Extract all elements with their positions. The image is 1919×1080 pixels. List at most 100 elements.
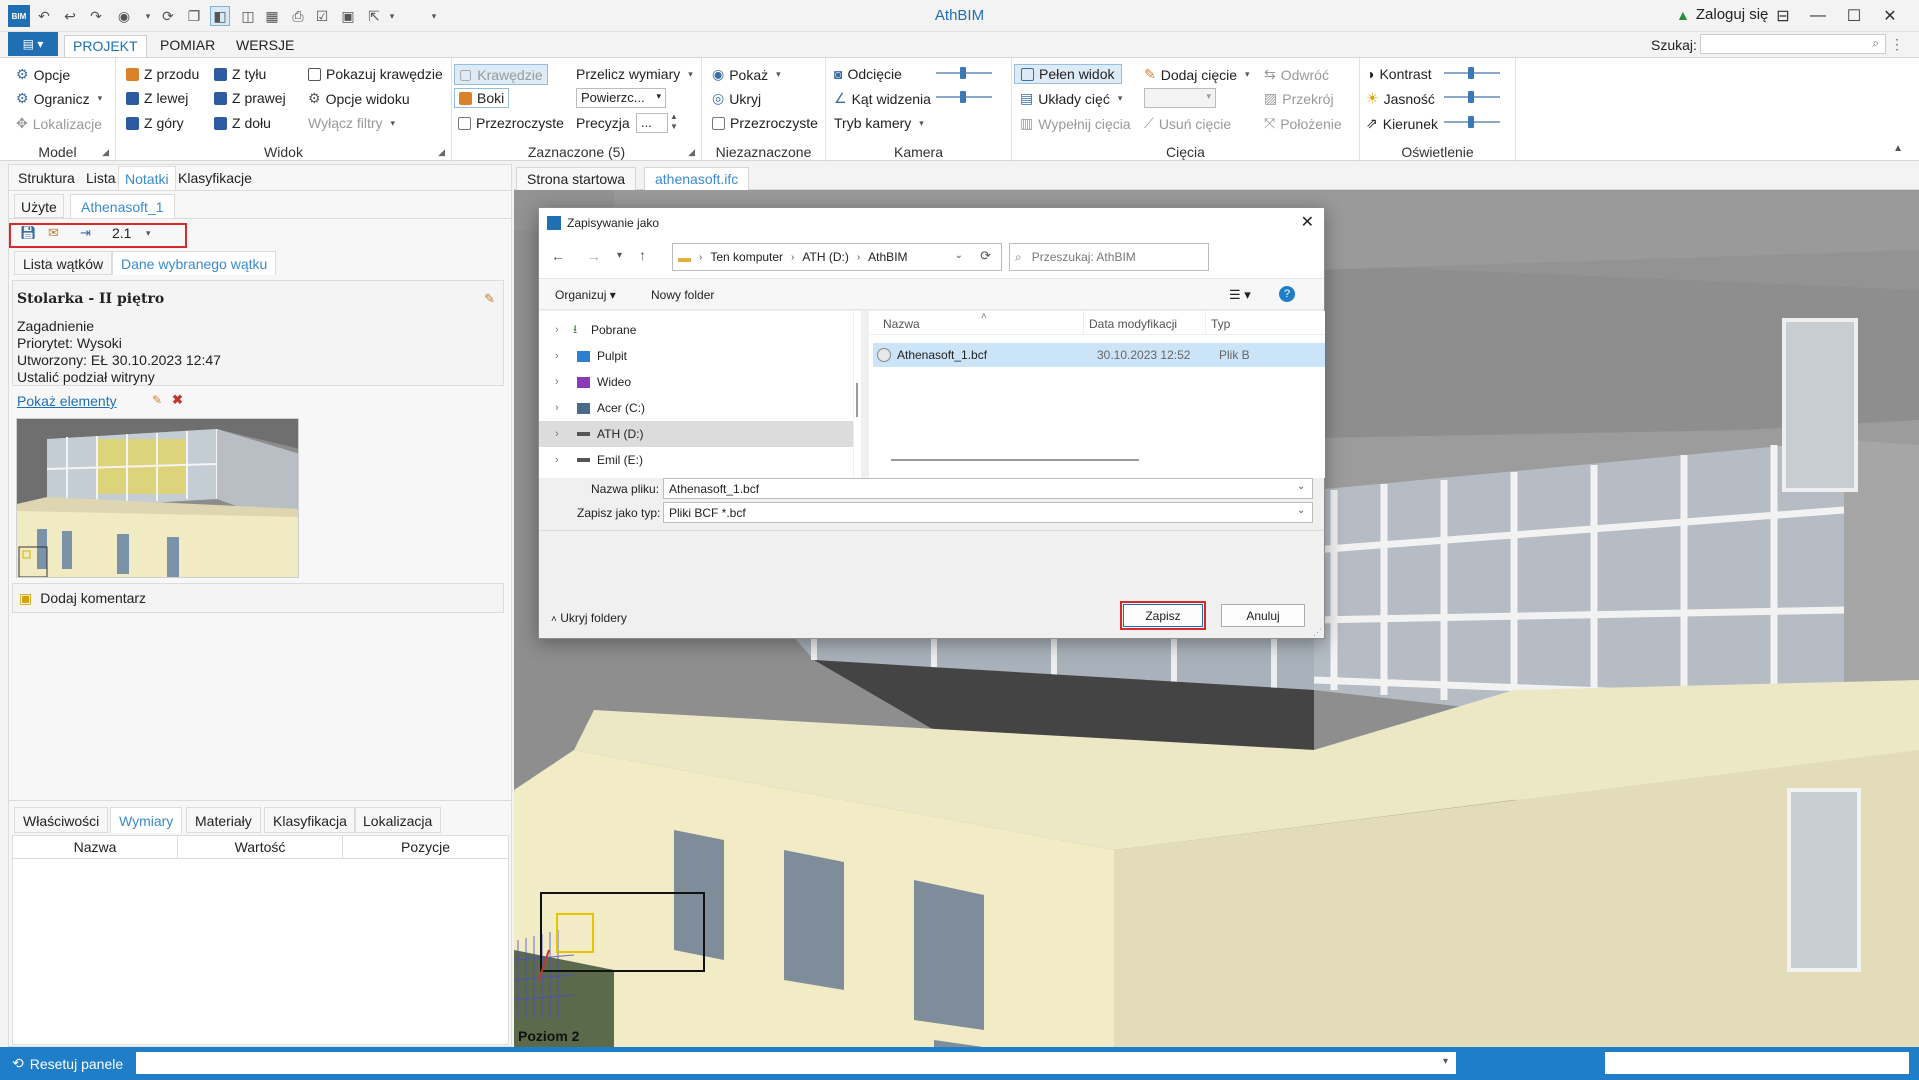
tab-wymiary[interactable]: Wymiary xyxy=(110,807,183,833)
file-row[interactable]: Athenasoft_1.bcf 30.10.2023 12:52 Plik B xyxy=(873,343,1325,367)
dialog-close-icon[interactable]: ✕ xyxy=(1301,212,1314,232)
view-mode-icon[interactable]: ☰ ▾ xyxy=(1229,287,1251,303)
show-edges-button[interactable]: Pokazuj krawędzie xyxy=(308,66,443,82)
view-right-button[interactable]: Z prawej xyxy=(214,90,286,106)
col-header-pozycje[interactable]: Pozycje xyxy=(343,836,508,859)
dialog-search-input[interactable]: ⌕ Przeszukaj: AthBIM xyxy=(1009,243,1209,271)
add-comment-button[interactable]: ▣ Dodaj komentarz xyxy=(12,583,504,613)
stepper-arrows-icon[interactable]: ▲ ▼ xyxy=(670,112,678,132)
viewpoint-thumbnail[interactable] xyxy=(16,418,299,578)
cut-select[interactable]: ▾ xyxy=(1144,88,1216,108)
tree-item-pulpit[interactable]: › Pulpit xyxy=(539,343,853,369)
resize-grip-icon[interactable]: ⋰ xyxy=(1313,627,1322,638)
precyzja-stepper[interactable]: ... xyxy=(636,113,668,133)
odwroc-button[interactable]: ⇆ Odwróć xyxy=(1264,66,1329,83)
tab-lista-watkow[interactable]: Lista wątków xyxy=(14,251,113,275)
address-bar[interactable]: ▬ › Ten komputer › ATH (D:) › AthBIM ⌄ ⟳ xyxy=(672,243,1002,271)
tab-lista[interactable]: Lista xyxy=(80,166,122,190)
tree-item-pobrane[interactable]: › ⭳ Pobrane xyxy=(539,317,853,343)
close-button[interactable]: ✕ xyxy=(1876,4,1904,28)
tab-athenasoft-ifc[interactable]: athenasoft.ifc xyxy=(644,167,750,190)
col-name[interactable]: Nazwa xyxy=(883,317,920,331)
odciecie-slider[interactable] xyxy=(936,67,992,79)
wypelnij-ciecia-button[interactable]: ▥ Wypełnij cięcia xyxy=(1020,115,1131,132)
delete-icon[interactable]: ✖ xyxy=(172,392,183,408)
organize-button[interactable]: Organizuj ▾ xyxy=(555,288,616,302)
kontrast-slider[interactable] xyxy=(1444,67,1500,79)
chevron-down-icon[interactable]: ▾ xyxy=(1443,1056,1448,1067)
group-expand-icon[interactable]: ◢ xyxy=(438,147,445,158)
minimize-button[interactable]: — xyxy=(1804,4,1832,28)
search-options-icon[interactable]: ⋮ xyxy=(1890,36,1904,53)
usun-ciecie-button[interactable]: ⟋ Usuń cięcie xyxy=(1144,115,1231,132)
address-dropdown-icon[interactable]: ⌄ xyxy=(955,250,963,261)
ribbon-toggle-icon[interactable]: ⊟ xyxy=(1769,4,1797,28)
cancel-button[interactable]: Anuluj xyxy=(1221,604,1305,627)
view-front-button[interactable]: Z przodu xyxy=(126,66,199,82)
recent-dropdown-icon[interactable]: ▾ xyxy=(617,250,622,261)
collapse-ribbon-icon[interactable]: ▲ xyxy=(1893,143,1903,154)
tree-item-acer[interactable]: › Acer (C:) xyxy=(539,395,853,421)
login-link[interactable]: ▲ Zaloguj się xyxy=(1676,6,1768,23)
col-type[interactable]: Typ xyxy=(1211,317,1230,331)
lokalizacje-button[interactable]: ✥ Lokalizacje xyxy=(16,115,102,132)
new-folder-button[interactable]: Nowy folder xyxy=(651,288,714,302)
group-expand-icon[interactable]: ◢ xyxy=(688,147,695,158)
view-top-button[interactable]: Z góry xyxy=(126,115,184,131)
filename-input[interactable]: Athenasoft_1.bcf xyxy=(663,478,1313,499)
disable-filters-button[interactable]: Wyłącz filtry ▾ xyxy=(308,115,395,131)
tab-pomiar[interactable]: POMIAR xyxy=(152,35,223,57)
tab-lokalizacja[interactable]: Lokalizacja xyxy=(354,807,442,833)
tab-materialy[interactable]: Materiały xyxy=(186,807,261,833)
tryb-kamery-button[interactable]: Tryb kamery ▾ xyxy=(834,115,924,131)
przezroczyste-selected-button[interactable]: Przezroczyste xyxy=(458,115,564,131)
przekroj-button[interactable]: ▨ Przekrój xyxy=(1264,90,1334,107)
tab-klasyfikacje[interactable]: Klasyfikacje xyxy=(172,166,258,190)
view-bottom-button[interactable]: Z dołu xyxy=(214,115,271,131)
scroll-thumb[interactable] xyxy=(856,383,858,417)
tab-uzyte[interactable]: Użyte xyxy=(14,194,64,218)
powierzchnia-select[interactable]: Powierzc... ▾ xyxy=(576,88,666,108)
hide-folders-button[interactable]: ˄ Ukryj foldery xyxy=(551,611,627,625)
dodaj-ciecie-button[interactable]: ✎ Dodaj cięcie ▾ xyxy=(1144,66,1250,83)
reset-panels-button[interactable]: ⟲ Resetuj panele xyxy=(12,1055,123,1072)
col-header-wartosc[interactable]: Wartość xyxy=(178,836,343,859)
show-elements-link[interactable]: Pokaż elementy xyxy=(17,393,117,409)
group-expand-icon[interactable]: ◢ xyxy=(102,147,109,158)
tab-wlasciwosci[interactable]: Właściwości xyxy=(14,807,109,833)
boki-toggle[interactable]: Boki xyxy=(454,88,510,108)
tab-projekt[interactable]: PROJEKT xyxy=(64,35,147,57)
breadcrumb-folder[interactable]: AthBIM xyxy=(868,250,907,264)
col-date[interactable]: Data modyfikacji xyxy=(1089,317,1177,331)
tab-dane-watku[interactable]: Dane wybranego wątku xyxy=(112,251,277,275)
jasnosc-slider[interactable] xyxy=(1444,91,1500,103)
tab-strona-startowa[interactable]: Strona startowa xyxy=(516,167,637,190)
col-header-nazwa[interactable]: Nazwa xyxy=(13,836,178,859)
tree-item-wideo[interactable]: › Wideo xyxy=(539,369,853,395)
maximize-button[interactable]: ☐ xyxy=(1840,4,1868,28)
przezroczyste-unselected-button[interactable]: Przezroczyste xyxy=(712,115,818,131)
up-arrow-icon[interactable]: ↑ xyxy=(639,247,646,263)
app-menu-button[interactable]: ▤ ▾ xyxy=(8,32,58,56)
tab-struktura[interactable]: Struktura xyxy=(12,166,81,190)
przelicz-wymiary-button[interactable]: Przelicz wymiary ▾ xyxy=(576,66,693,82)
filetype-select[interactable]: Pliki BCF *.bcf xyxy=(663,502,1313,523)
help-icon[interactable]: ? xyxy=(1279,286,1295,302)
filename-dropdown-icon[interactable]: ⌄ xyxy=(1297,481,1305,492)
kierunek-slider[interactable] xyxy=(1444,116,1500,128)
polozenie-button[interactable]: ⤧ Położenie xyxy=(1264,115,1342,132)
view-options-button[interactable]: ⚙ Opcje widoku xyxy=(308,90,410,107)
tree-scrollbar[interactable] xyxy=(853,311,861,478)
uklady-ciec-button[interactable]: ▤ Układy cięć ▾ xyxy=(1020,90,1122,107)
filetype-dropdown-icon[interactable]: ⌄ xyxy=(1297,505,1305,516)
opcje-button[interactable]: ⚙ Opcje xyxy=(16,66,70,83)
odciecie-button[interactable]: ◙ Odcięcie xyxy=(834,66,902,82)
ukryj-button[interactable]: ◎ Ukryj xyxy=(712,90,761,107)
tab-klasyfikacja[interactable]: Klasyfikacja xyxy=(264,807,356,833)
tab-wersje[interactable]: WERSJE xyxy=(228,35,302,57)
back-arrow-icon[interactable]: ← xyxy=(551,248,565,264)
tab-notatki[interactable]: Notatki xyxy=(118,166,176,190)
krawedzie-toggle[interactable]: ▢ Krawędzie xyxy=(454,64,548,85)
edit-note-icon[interactable]: ✎ xyxy=(484,291,495,307)
ogranicz-button[interactable]: ⚙ Ogranicz ▾ xyxy=(16,90,102,107)
